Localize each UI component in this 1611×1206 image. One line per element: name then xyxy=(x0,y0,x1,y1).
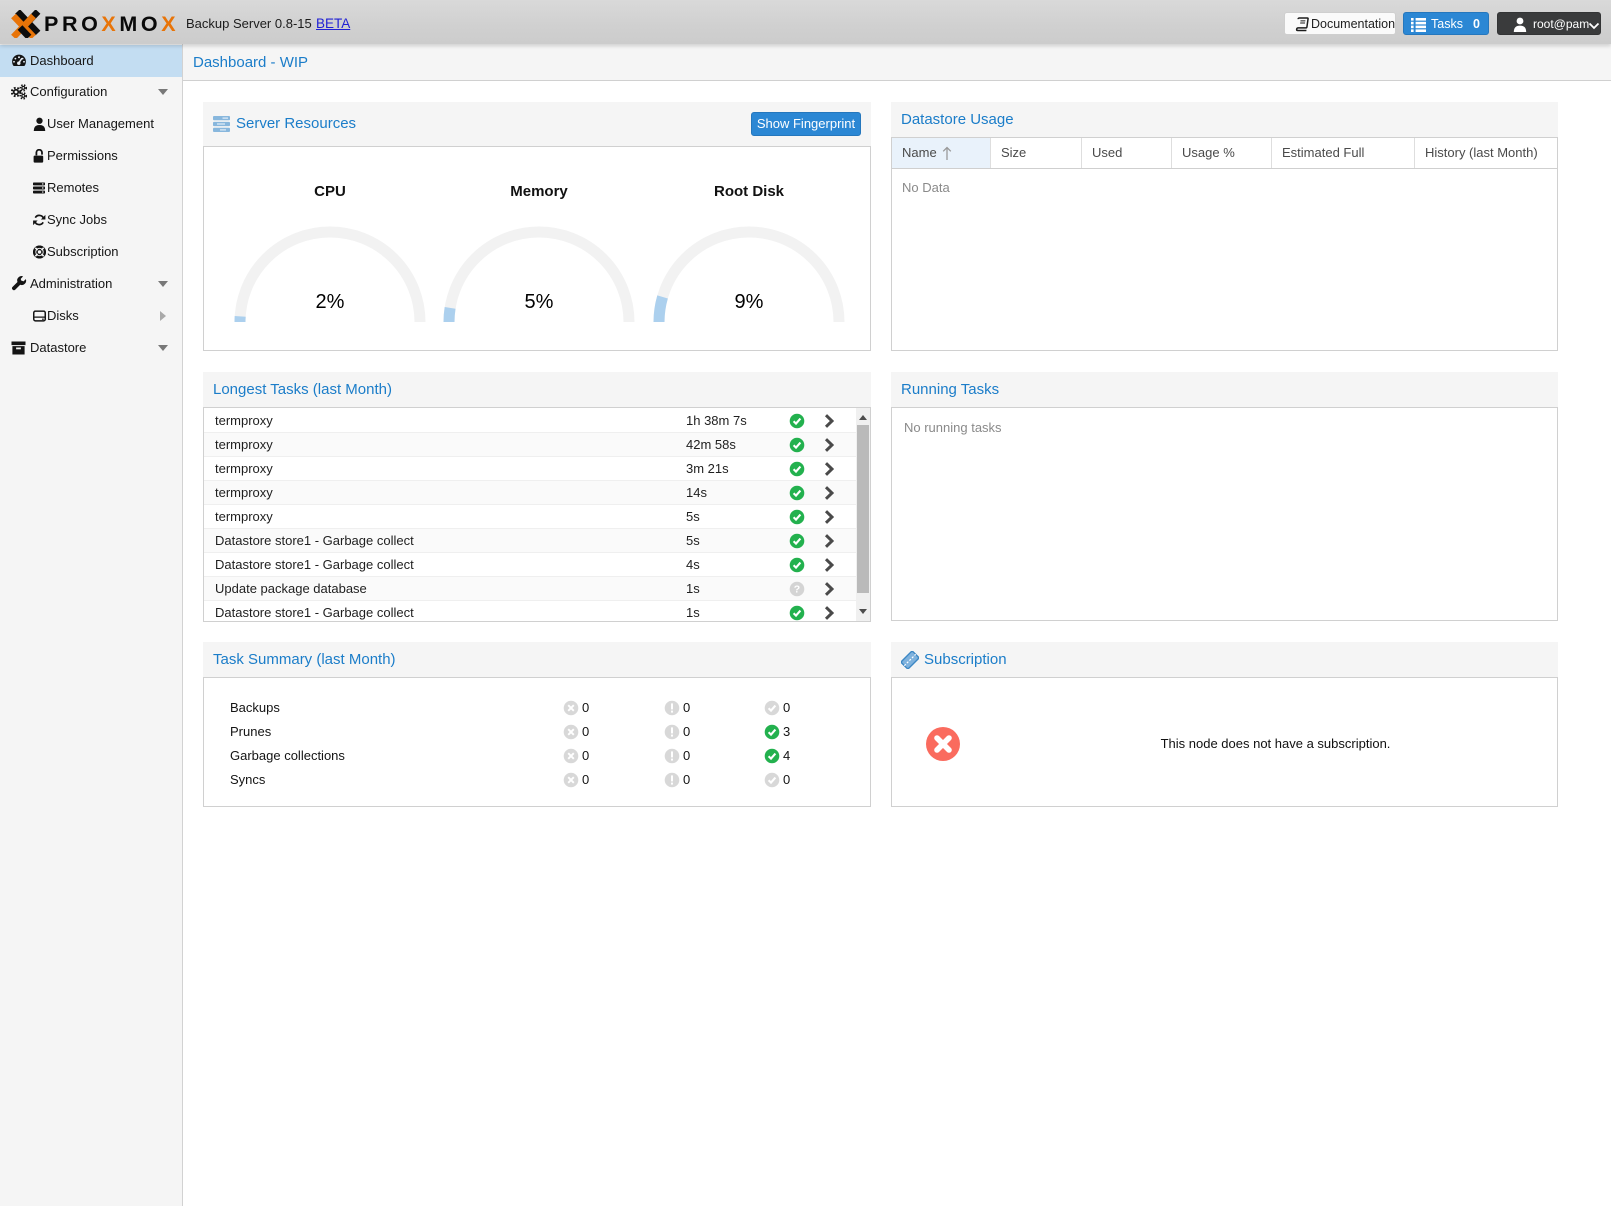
svg-text:?: ? xyxy=(794,584,800,596)
